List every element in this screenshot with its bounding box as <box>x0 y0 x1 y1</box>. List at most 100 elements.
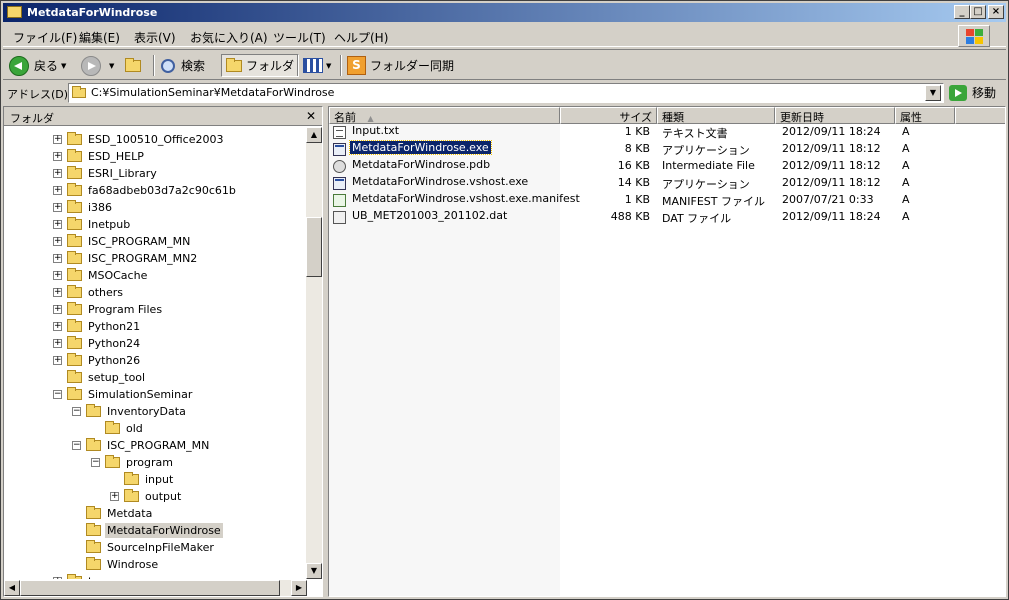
scroll-thumb[interactable] <box>20 580 280 596</box>
expand-icon[interactable]: + <box>53 356 62 365</box>
tree-node[interactable]: − ISC_PROGRAM_MN <box>72 437 211 454</box>
address-label: アドレス(D) <box>7 88 69 101</box>
scroll-right-button[interactable]: ▶ <box>291 580 307 596</box>
expand-icon[interactable]: + <box>53 288 62 297</box>
tree-node[interactable]: + ESD_100510_Office2003 <box>53 131 226 148</box>
title-bar[interactable]: MetdataForWindrose _ □ × <box>3 3 1006 22</box>
tree-node[interactable]: + Inetpub <box>53 216 132 233</box>
folder-sync-button[interactable]: S フォルダー同期 <box>347 54 454 77</box>
expand-icon[interactable]: + <box>53 203 62 212</box>
column-header-modified[interactable]: 更新日時 <box>775 107 895 124</box>
expand-icon[interactable]: + <box>53 254 62 263</box>
forward-button[interactable]: ▼ <box>81 54 114 77</box>
menu-tools[interactable]: ツール(T) <box>273 29 326 46</box>
file-type: テキスト文書 <box>662 127 728 140</box>
scroll-down-button[interactable]: ▼ <box>306 563 322 579</box>
back-button[interactable]: 戻る ▼ <box>9 54 66 77</box>
tree-node[interactable]: SourceInpFileMaker <box>72 539 216 556</box>
column-header-size[interactable]: サイズ <box>560 107 657 124</box>
tree-node[interactable]: Metdata <box>72 505 154 522</box>
expand-icon[interactable]: + <box>53 220 62 229</box>
tree-node[interactable]: + i386 <box>53 199 114 216</box>
tree-node[interactable]: + ISC_PROGRAM_MN <box>53 233 192 250</box>
up-folder-button[interactable] <box>125 54 145 77</box>
tree-node[interactable]: + temp <box>53 573 119 579</box>
dropdown-arrow-icon[interactable]: ▼ <box>61 62 66 70</box>
expand-icon[interactable]: + <box>53 237 62 246</box>
tree-node[interactable]: + ESD_HELP <box>53 148 146 165</box>
folder-icon <box>86 523 101 536</box>
file-size: 488 KB <box>610 210 650 223</box>
go-button[interactable]: 移動 <box>949 84 996 101</box>
tree-node[interactable]: setup_tool <box>53 369 147 386</box>
folders-button[interactable]: フォルダ <box>221 54 300 77</box>
tree-node[interactable]: − program <box>91 454 175 471</box>
file-modified: 2012/09/11 18:12 <box>782 159 881 172</box>
expand-icon[interactable]: + <box>53 577 62 579</box>
expand-icon[interactable]: + <box>53 339 62 348</box>
sync-icon: S <box>347 56 366 75</box>
minimize-button[interactable]: _ <box>954 5 970 19</box>
tree-node[interactable]: + fa68adbeb03d7a2c90c61b <box>53 182 238 199</box>
horizontal-scrollbar[interactable]: ◀ ▶ <box>4 580 307 596</box>
search-button[interactable]: 検索 <box>161 54 205 77</box>
expand-icon[interactable]: + <box>110 492 119 501</box>
menu-edit[interactable]: 編集(E) <box>79 29 120 46</box>
menu-help[interactable]: ヘルプ(H) <box>334 29 388 46</box>
expand-icon[interactable]: + <box>53 305 62 314</box>
file-row[interactable]: MetdataForWindrose.exe 8 KB アプリケーション 2012/0… <box>329 140 1005 158</box>
dropdown-arrow-icon[interactable]: ▼ <box>109 62 114 70</box>
tree-node[interactable]: + ESRI_Library <box>53 165 159 182</box>
tree-node[interactable]: + Python26 <box>53 352 142 369</box>
expand-icon[interactable]: + <box>53 135 62 144</box>
menu-file[interactable]: ファイル(F) <box>13 29 77 46</box>
expand-icon[interactable]: + <box>53 152 62 161</box>
tree-node[interactable]: old <box>91 420 145 437</box>
collapse-icon[interactable]: − <box>53 390 62 399</box>
scroll-up-button[interactable]: ▲ <box>306 127 322 143</box>
tree-node[interactable]: + MSOCache <box>53 267 149 284</box>
file-row[interactable]: UB_MET201003_201102.dat 488 KB DAT ファイル 201… <box>329 209 1005 226</box>
address-input[interactable]: C:¥SimulationSeminar¥MetdataForWindrose <box>68 83 944 103</box>
vertical-scrollbar[interactable]: ▲ ▼ <box>306 127 322 579</box>
tree-node[interactable]: + output <box>110 488 183 505</box>
menu-favorites[interactable]: お気に入り(A) <box>190 29 268 46</box>
scroll-left-button[interactable]: ◀ <box>4 580 20 596</box>
expand-icon[interactable]: + <box>53 169 62 178</box>
dropdown-arrow-icon[interactable]: ▼ <box>326 62 331 70</box>
tree-node[interactable]: + Python24 <box>53 335 142 352</box>
close-button[interactable]: × <box>988 5 1004 19</box>
collapse-icon[interactable]: − <box>91 458 100 467</box>
file-row[interactable]: Input.txt 1 KB テキスト文書 2012/09/11 18:24 A <box>329 124 1005 141</box>
tree-node[interactable]: + others <box>53 284 125 301</box>
file-row[interactable]: MetdataForWindrose.pdb 16 KB Intermediate … <box>329 158 1005 175</box>
collapse-icon[interactable]: − <box>72 407 81 416</box>
expand-icon[interactable]: + <box>53 322 62 331</box>
column-header-name[interactable]: 名前 ▲ <box>329 107 560 124</box>
tree-node[interactable]: − InventoryData <box>72 403 188 420</box>
close-icon[interactable]: ✕ <box>306 109 316 123</box>
tree-node[interactable]: Windrose <box>72 556 160 573</box>
file-row[interactable]: MetdataForWindrose.vshost.exe.manifest 1 … <box>329 192 1005 209</box>
collapse-icon[interactable]: − <box>72 441 81 450</box>
tree-node[interactable]: − SimulationSeminar <box>53 386 194 403</box>
tree-node[interactable]: + Program Files <box>53 301 164 318</box>
file-type: DAT ファイル <box>662 212 732 225</box>
tree-node[interactable]: + ISC_PROGRAM_MN2 <box>53 250 199 267</box>
tree-node[interactable]: MetdataForWindrose <box>72 522 223 539</box>
column-header-type[interactable]: 種類 <box>657 107 775 124</box>
menu-view[interactable]: 表示(V) <box>134 29 176 46</box>
expand-icon[interactable]: + <box>53 271 62 280</box>
column-header-attributes[interactable]: 属性 <box>895 107 955 124</box>
file-row[interactable]: MetdataForWindrose.vshost.exe 14 KB アプリケーシ… <box>329 175 1005 192</box>
folder-icon <box>86 438 101 451</box>
tree-node[interactable]: + Python21 <box>53 318 142 335</box>
manifest-icon <box>333 194 346 207</box>
menu-bar: ファイル(F) 編集(E) 表示(V) お気に入り(A) ツール(T) ヘルプ(… <box>3 24 1006 47</box>
maximize-button[interactable]: □ <box>970 5 986 19</box>
address-dropdown-button[interactable]: ▼ <box>925 85 941 101</box>
tree-node[interactable]: input <box>110 471 175 488</box>
views-button[interactable]: ▼ <box>303 54 331 77</box>
scroll-thumb[interactable] <box>306 217 322 277</box>
expand-icon[interactable]: + <box>53 186 62 195</box>
